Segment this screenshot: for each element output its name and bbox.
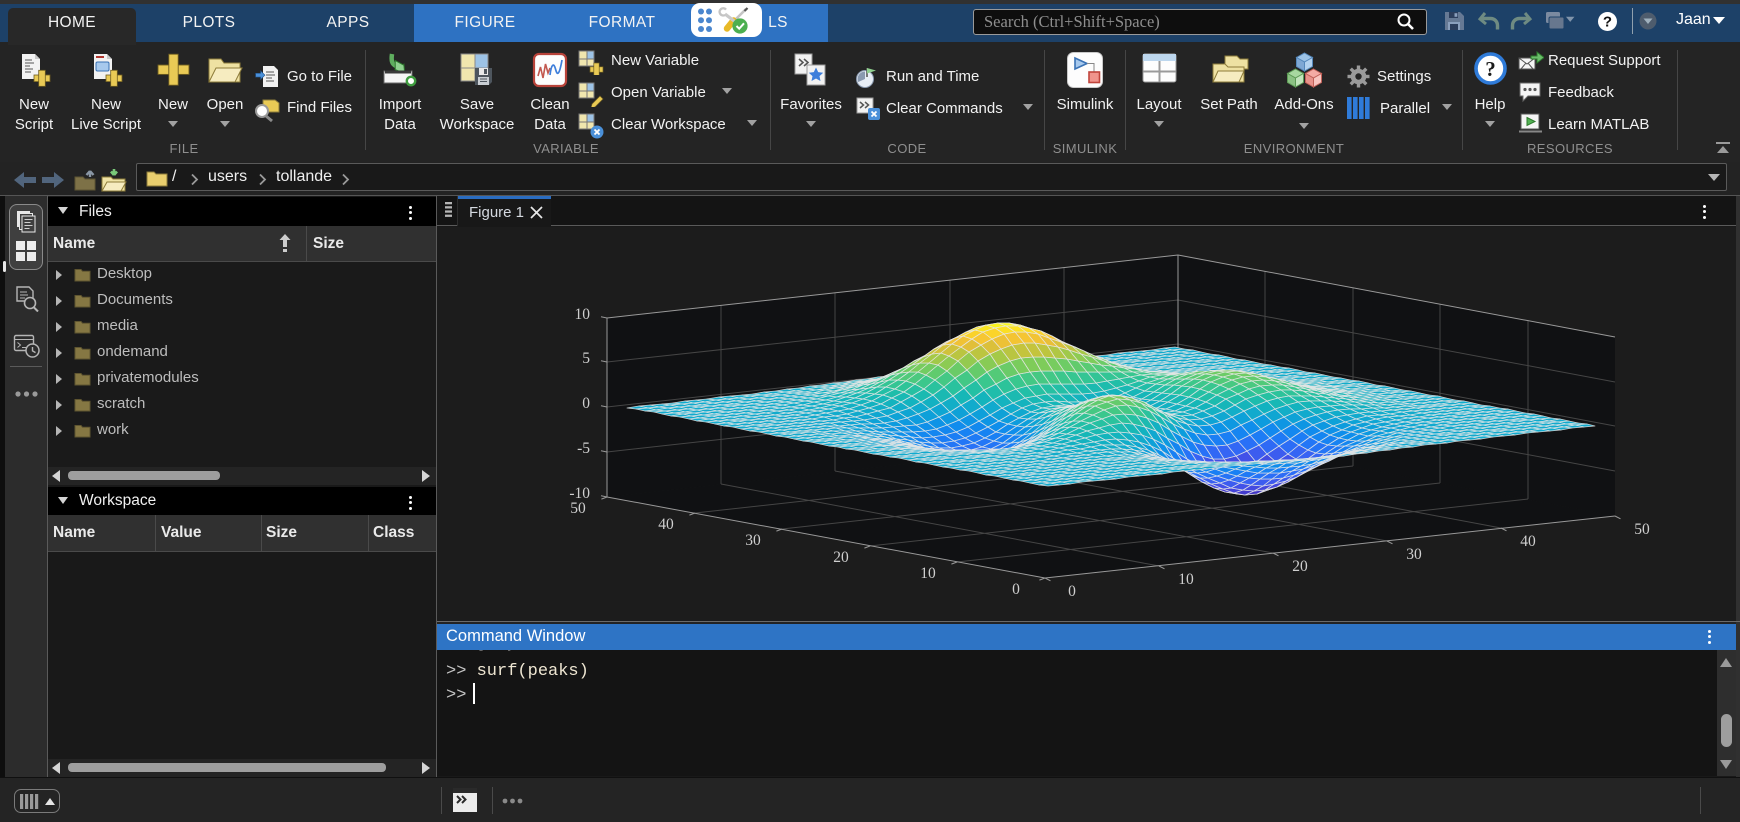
svg-text:40: 40 <box>658 516 674 533</box>
svg-text:?: ? <box>1485 57 1496 81</box>
svg-text:50: 50 <box>1634 521 1650 538</box>
svg-text:10: 10 <box>1178 571 1194 588</box>
svg-text:10: 10 <box>575 306 591 323</box>
svg-text:0: 0 <box>582 395 590 412</box>
svg-text:0: 0 <box>1068 583 1076 600</box>
svg-text:-5: -5 <box>577 440 590 457</box>
svg-text:40: 40 <box>1520 533 1536 550</box>
svg-text:?: ? <box>1603 14 1612 31</box>
svg-text:5: 5 <box>582 350 590 367</box>
svg-text:0: 0 <box>1012 581 1020 598</box>
svg-text:30: 30 <box>745 532 761 549</box>
svg-text:10: 10 <box>920 565 936 582</box>
svg-text:30: 30 <box>1406 546 1422 563</box>
svg-text:-10: -10 <box>569 485 590 502</box>
svg-text:50: 50 <box>570 500 586 517</box>
svg-text:20: 20 <box>1292 558 1308 575</box>
svg-text:20: 20 <box>833 549 849 566</box>
